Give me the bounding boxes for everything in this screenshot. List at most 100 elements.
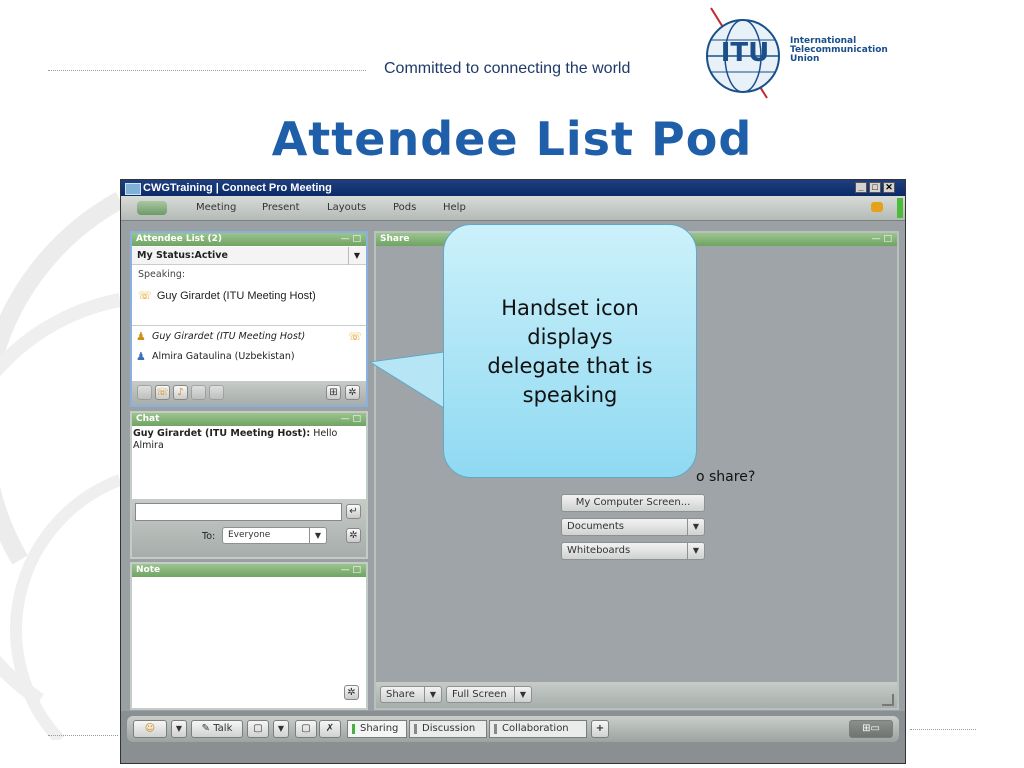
callout-line: Handset icon — [501, 296, 639, 320]
raise-hand-icon[interactable] — [137, 385, 152, 400]
chevron-down-icon[interactable]: ▼ — [424, 687, 441, 702]
tab-sharing-label: Sharing — [360, 723, 399, 734]
close-button[interactable]: ✕ — [883, 182, 895, 193]
camera-button[interactable]: ▢ — [295, 720, 317, 738]
menu-layouts[interactable]: Layouts — [327, 202, 366, 213]
menu-help[interactable]: Help — [443, 202, 466, 213]
handset-button[interactable]: ▢ — [247, 720, 269, 738]
chat-sender: Guy Girardet (ITU Meeting Host): — [133, 428, 311, 439]
tab-indicator — [494, 724, 497, 734]
connect-logo-icon — [137, 201, 167, 215]
pod-window-controls[interactable]: — □ — [341, 564, 361, 577]
mute-icon[interactable] — [191, 385, 206, 400]
maximize-button[interactable]: □ — [869, 182, 881, 193]
chevron-down-icon[interactable]: ▼ — [309, 528, 326, 543]
callout-line: delegate that is — [487, 354, 653, 378]
gear-icon[interactable]: ✲ — [344, 685, 359, 700]
speaker-icon[interactable]: ♪ — [173, 385, 188, 400]
callout-text: Handset icon displays delegate that is s… — [458, 294, 682, 410]
attendee-pod-header: Attendee List (2) — □ — [132, 233, 366, 246]
chevron-down-icon[interactable]: ▼ — [273, 720, 289, 738]
menu-pods[interactable]: Pods — [393, 202, 416, 213]
phone-status-icon[interactable] — [871, 202, 883, 212]
fullscreen-button-label: Full Screen — [452, 689, 507, 700]
tab-indicator — [352, 724, 355, 734]
share-pod-title: Share — [380, 234, 410, 244]
pod-window-controls[interactable]: — □ — [341, 233, 361, 246]
minimize-button[interactable]: _ — [855, 182, 867, 193]
menu-meeting[interactable]: Meeting — [196, 202, 236, 213]
share-whiteboards-dropdown[interactable]: Whiteboards ▼ — [561, 542, 705, 560]
chat-pod: Chat — □ Guy Girardet (ITU Meeting Host)… — [130, 411, 368, 559]
slide-title: Attendee List Pod — [271, 112, 753, 166]
camera-disabled-icon[interactable]: ✗ — [319, 720, 341, 738]
my-status-label: My Status:Active — [137, 250, 228, 261]
grid-view-icon[interactable]: ⊞ — [326, 385, 341, 400]
talk-button[interactable]: ✎ Talk — [191, 720, 243, 738]
chevron-down-icon[interactable]: ▼ — [687, 543, 704, 559]
participant-icon: ♟ — [136, 350, 146, 363]
attendee-row[interactable]: ♟ Almira Gataulina (Uzbekistan) — [136, 350, 362, 366]
callout-line: displays — [527, 325, 613, 349]
tagline: Committed to connecting the world — [384, 60, 631, 77]
callout-line: speaking — [522, 383, 618, 407]
note-pod: Note — □ ✲ — [130, 562, 368, 710]
chevron-down-icon[interactable]: ▼ — [687, 519, 704, 535]
attendee-name: Almira Gataulina (Uzbekistan) — [152, 351, 295, 362]
share-screen-button[interactable]: My Computer Screen... — [561, 494, 705, 512]
phone-icon[interactable]: ☏ — [155, 385, 170, 400]
share-question: o share? — [696, 469, 756, 485]
footer-dotted-rule-left — [48, 735, 118, 736]
note-pod-header: Note — □ — [132, 564, 366, 577]
layout-toggle-icon[interactable]: ⊞▭ — [849, 720, 893, 738]
microphone-icon: ✎ — [201, 723, 211, 734]
host-icon: ♟ — [136, 330, 146, 343]
status-button[interactable]: ☺ — [133, 720, 167, 738]
share-screen-label: My Computer Screen... — [575, 497, 691, 508]
recipient-dropdown[interactable]: Everyone ▼ — [222, 527, 327, 544]
chat-input[interactable] — [135, 503, 342, 521]
to-label: To: — [202, 531, 216, 542]
attendee-row[interactable]: ♟ Guy Girardet (ITU Meeting Host) ☏ — [136, 330, 362, 346]
gear-icon[interactable]: ✲ — [345, 385, 360, 400]
menu-present[interactable]: Present — [262, 202, 300, 213]
next-icon[interactable] — [209, 385, 224, 400]
add-tab-button[interactable]: + — [591, 720, 609, 738]
tab-discussion-label: Discussion — [422, 723, 476, 734]
resize-handle-icon[interactable] — [882, 694, 894, 706]
attendee-pod-toolbar: ☏ ♪ ⊞ ✲ — [132, 381, 366, 405]
share-documents-dropdown[interactable]: Documents ▼ — [561, 518, 705, 536]
org-name: International Telecommunication Union — [790, 37, 888, 64]
handset-speaking-icon: ☏ — [138, 289, 152, 302]
fullscreen-button[interactable]: Full Screen ▼ — [446, 686, 532, 703]
speaking-row: ☏ Guy Girardet (ITU Meeting Host) — [138, 284, 316, 303]
gear-icon[interactable]: ✲ — [346, 528, 361, 543]
speaking-person: Guy Girardet (ITU Meeting Host) — [156, 290, 316, 302]
share-pod-footer: Share ▼ Full Screen ▼ — [376, 682, 897, 708]
tab-discussion[interactable]: Discussion — [409, 720, 487, 738]
app-icon — [125, 183, 141, 195]
pod-window-controls[interactable]: — □ — [341, 413, 361, 426]
chat-pod-title: Chat — [136, 414, 160, 424]
chat-pod-header: Chat — □ — [132, 413, 366, 426]
my-status-dropdown[interactable]: My Status:Active ▼ — [132, 247, 366, 265]
tab-sharing[interactable]: Sharing — [347, 720, 407, 738]
share-button[interactable]: Share ▼ — [380, 686, 442, 703]
connection-status-icon — [897, 198, 903, 218]
chevron-down-icon[interactable]: ▼ — [347, 247, 360, 265]
chat-compose-area: ↵ To: Everyone ▼ ✲ — [132, 499, 366, 557]
tab-collaboration[interactable]: Collaboration — [489, 720, 587, 738]
talk-label: Talk — [213, 723, 233, 734]
org-name-line: Union — [790, 54, 820, 64]
attendee-list: ♟ Guy Girardet (ITU Meeting Host) ☏ ♟ Al… — [132, 325, 366, 372]
header-dotted-rule-left — [48, 70, 366, 71]
tab-indicator — [414, 724, 417, 734]
pod-window-controls[interactable]: — □ — [872, 233, 892, 246]
attendee-name: Guy Girardet (ITU Meeting Host) — [152, 331, 306, 342]
chevron-down-icon[interactable]: ▼ — [514, 687, 531, 702]
chevron-down-icon[interactable]: ▼ — [171, 720, 187, 738]
menu-bar: Meeting Present Layouts Pods Help — [121, 196, 905, 221]
chat-message: Guy Girardet (ITU Meeting Host): Hello A… — [133, 428, 359, 452]
tab-collaboration-label: Collaboration — [502, 723, 569, 734]
send-icon[interactable]: ↵ — [346, 504, 361, 519]
